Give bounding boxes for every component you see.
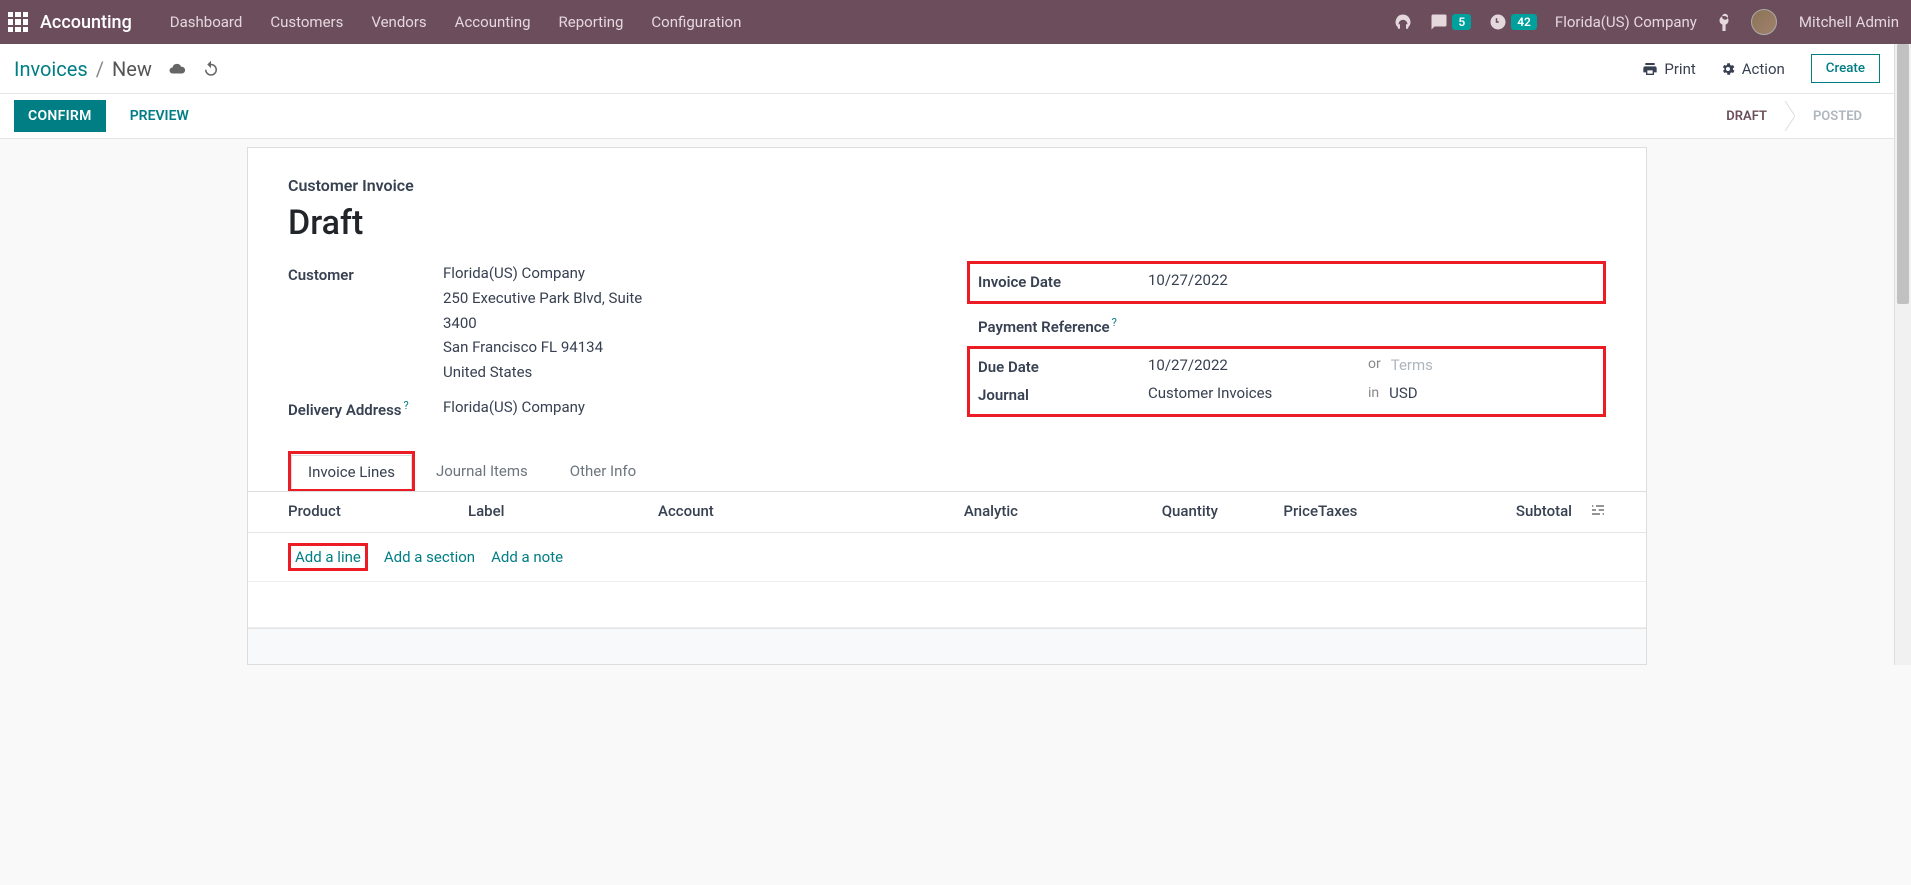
grid-empty-row bbox=[248, 582, 1646, 628]
in-text: in bbox=[1368, 382, 1379, 405]
messages-button[interactable]: 5 bbox=[1430, 13, 1471, 31]
top-navbar: Accounting Dashboard Customers Vendors A… bbox=[0, 0, 1911, 44]
addr-line-4: United States bbox=[443, 360, 927, 385]
delivery-label: Delivery Address? bbox=[288, 395, 443, 423]
addr-line-3: San Francisco FL 94134 bbox=[443, 335, 927, 360]
cloud-save-icon[interactable] bbox=[168, 60, 186, 78]
highlight-due-journal: Due Date 10/27/2022 or Terms Journal Cus… bbox=[967, 346, 1606, 418]
tab-journal-items[interactable]: Journal Items bbox=[415, 451, 549, 491]
due-date-label: Due Date bbox=[978, 353, 1148, 380]
payment-ref-label: Payment Reference? bbox=[978, 312, 1148, 340]
delivery-field[interactable]: Florida(US) Company bbox=[443, 395, 927, 420]
grid-add-row: Add a line Add a section Add a note bbox=[248, 533, 1646, 582]
scroll-thumb[interactable] bbox=[1897, 44, 1909, 304]
nav-reporting[interactable]: Reporting bbox=[545, 13, 638, 31]
discard-icon[interactable] bbox=[202, 60, 220, 78]
print-button[interactable]: Print bbox=[1634, 56, 1703, 82]
or-text: or bbox=[1368, 353, 1381, 376]
help-icon[interactable]: ? bbox=[1112, 316, 1117, 329]
form-sheet: Customer Invoice Draft Customer Florida(… bbox=[247, 147, 1647, 665]
chevron-right-icon bbox=[1785, 101, 1795, 131]
scrollbar[interactable] bbox=[1894, 44, 1911, 665]
col-options[interactable] bbox=[1582, 502, 1606, 522]
add-section-link[interactable]: Add a section bbox=[384, 548, 475, 566]
currency-field[interactable]: USD bbox=[1389, 381, 1417, 406]
gear-icon bbox=[1720, 61, 1736, 77]
journal-field[interactable]: Customer Invoices in USD bbox=[1148, 381, 1595, 406]
activities-button[interactable]: 42 bbox=[1489, 13, 1537, 31]
print-label: Print bbox=[1664, 60, 1695, 78]
status-stages: DRAFT POSTED bbox=[1708, 101, 1880, 132]
tab-other-info[interactable]: Other Info bbox=[549, 451, 657, 491]
help-icon[interactable]: ? bbox=[404, 399, 409, 412]
customer-field[interactable]: Florida(US) Company 250 Executive Park B… bbox=[443, 261, 927, 385]
chat-icon bbox=[1430, 13, 1448, 31]
confirm-button[interactable]: CONFIRM bbox=[14, 100, 106, 132]
add-line-link[interactable]: Add a line bbox=[295, 548, 361, 566]
company-switcher[interactable]: Florida(US) Company bbox=[1555, 13, 1697, 31]
form-right-column: Invoice Date 10/27/2022 Payment Referenc… bbox=[967, 261, 1606, 429]
customer-label: Customer bbox=[288, 261, 443, 288]
col-quantity[interactable]: Quantity bbox=[1018, 502, 1218, 522]
highlight-invoice-date: Invoice Date 10/27/2022 bbox=[967, 261, 1606, 304]
breadcrumb-sep: / bbox=[96, 57, 104, 81]
form-left-column: Customer Florida(US) Company 250 Executi… bbox=[288, 261, 927, 429]
col-product[interactable]: Product bbox=[288, 502, 468, 522]
tabs: Invoice Lines Journal Items Other Info bbox=[288, 451, 1606, 491]
clock-icon bbox=[1489, 13, 1507, 31]
col-price[interactable]: Price bbox=[1218, 502, 1318, 522]
avatar[interactable] bbox=[1751, 9, 1777, 35]
form-subtitle: Customer Invoice bbox=[288, 176, 1606, 195]
preview-button[interactable]: PREVIEW bbox=[116, 100, 203, 132]
stage-draft[interactable]: DRAFT bbox=[1708, 101, 1785, 132]
nav-accounting[interactable]: Accounting bbox=[441, 13, 545, 31]
sliders-icon bbox=[1590, 502, 1606, 518]
col-taxes[interactable]: Taxes bbox=[1318, 502, 1398, 522]
highlight-tab-invoice-lines: Invoice Lines bbox=[288, 451, 415, 491]
invoice-date-label: Invoice Date bbox=[978, 268, 1148, 295]
breadcrumb: Invoices / New bbox=[14, 57, 152, 81]
terms-field[interactable]: Terms bbox=[1391, 353, 1433, 378]
col-label[interactable]: Label bbox=[468, 502, 658, 522]
journal-label: Journal bbox=[978, 381, 1148, 408]
nav-customers[interactable]: Customers bbox=[256, 13, 357, 31]
nav-dashboard[interactable]: Dashboard bbox=[156, 13, 257, 31]
action-button[interactable]: Action bbox=[1712, 56, 1793, 82]
tools-icon[interactable] bbox=[1715, 13, 1733, 31]
status-bar: CONFIRM PREVIEW DRAFT POSTED bbox=[0, 94, 1894, 139]
activities-badge: 42 bbox=[1511, 14, 1537, 30]
grid-header: Product Label Account Analytic Quantity … bbox=[248, 492, 1646, 533]
customer-name: Florida(US) Company bbox=[443, 261, 927, 286]
app-title[interactable]: Accounting bbox=[40, 12, 132, 33]
tab-invoice-lines[interactable]: Invoice Lines bbox=[291, 455, 412, 489]
col-analytic[interactable]: Analytic bbox=[838, 502, 1018, 522]
printer-icon bbox=[1642, 61, 1658, 77]
col-account[interactable]: Account bbox=[658, 502, 838, 522]
sheet-footer bbox=[248, 628, 1646, 664]
lines-grid: Product Label Account Analytic Quantity … bbox=[248, 491, 1646, 628]
add-note-link[interactable]: Add a note bbox=[491, 548, 563, 566]
create-button[interactable]: Create bbox=[1811, 54, 1880, 83]
col-subtotal[interactable]: Subtotal bbox=[1398, 502, 1582, 522]
addr-line-2: 3400 bbox=[443, 311, 927, 336]
control-bar: Invoices / New Print Action Create bbox=[0, 44, 1894, 94]
action-label: Action bbox=[1742, 60, 1785, 78]
invoice-date-field[interactable]: 10/27/2022 bbox=[1148, 268, 1595, 293]
breadcrumb-current: New bbox=[112, 57, 152, 81]
messages-badge: 5 bbox=[1452, 14, 1471, 30]
nav-configuration[interactable]: Configuration bbox=[637, 13, 755, 31]
due-date-field[interactable]: 10/27/2022 or Terms bbox=[1148, 353, 1595, 378]
user-menu[interactable]: Mitchell Admin bbox=[1795, 13, 1903, 31]
support-icon[interactable] bbox=[1394, 13, 1412, 31]
stage-posted[interactable]: POSTED bbox=[1795, 101, 1880, 132]
nav-vendors[interactable]: Vendors bbox=[357, 13, 440, 31]
addr-line-1: 250 Executive Park Blvd, Suite bbox=[443, 286, 927, 311]
apps-icon[interactable] bbox=[8, 12, 28, 32]
form-title: Draft bbox=[288, 203, 1606, 243]
breadcrumb-root[interactable]: Invoices bbox=[14, 57, 88, 81]
highlight-add-line: Add a line bbox=[288, 543, 368, 571]
